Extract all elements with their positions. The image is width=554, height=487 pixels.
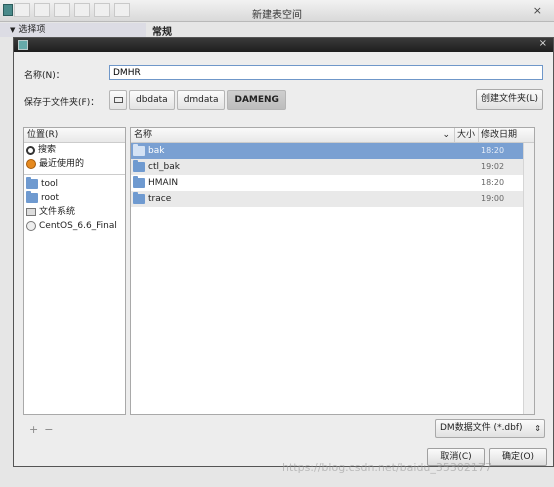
path-bar: dbdata dmdata DAMENG [109,90,286,110]
options-section-header[interactable]: ▼ 选择项 [0,23,146,37]
options-section-label: 选择项 [18,25,46,35]
keyboard-icon [114,97,123,103]
column-header-modified[interactable]: 修改日期 [479,128,534,142]
file-row[interactable]: bak 18:20 [131,143,534,159]
search-icon [26,145,35,155]
watermark-text: https://blog.csdn.net/baidu_35302177 [282,461,492,474]
place-label: 最近使用的 [39,159,85,169]
place-item-search[interactable]: 搜索 [24,143,125,157]
file-type-filter-select[interactable]: DM数据文件 (*.dbf) ⇕ [435,419,545,438]
file-size [455,143,479,159]
place-item-recent[interactable]: 最近使用的 [24,157,125,171]
folder-icon [133,144,145,156]
filesystem-icon [26,208,36,216]
dialog-titlebar: × [14,38,553,52]
column-header-name[interactable]: 名称 ⌄ [131,128,455,142]
disc-icon [26,221,36,231]
path-button-dmdata[interactable]: dmdata [176,90,226,110]
file-list: 名称 ⌄ 大小 修改日期 bak 18:20 ctl_bak 19:02 HMA… [130,127,535,415]
place-label: tool [41,179,59,189]
folder-icon [26,177,38,189]
file-name: bak [148,146,165,156]
column-name-label: 名称 [134,130,153,140]
file-chooser-dialog: × 名称(N)： 保存于文件夹(F)： dbdata dmdata DAMENG… [13,37,554,467]
place-item-centos[interactable]: CentOS_6.6_Final [24,219,125,233]
places-footer: + − [23,420,126,438]
file-list-scrollbar[interactable] [523,143,534,414]
path-button-dameng[interactable]: DAMENG [227,90,286,110]
close-icon[interactable]: × [533,4,542,17]
dialog-app-icon [18,40,28,50]
file-size [455,191,479,207]
file-size [455,159,479,175]
column-header-size[interactable]: 大小 [455,128,479,142]
place-label: 文件系统 [39,207,76,217]
add-place-icon[interactable]: + [29,423,38,436]
path-edit-toggle-button[interactable] [109,90,127,110]
background-titlebar: 新建表空间 × [0,0,554,22]
recent-icon [26,159,36,169]
path-button-dbdata[interactable]: dbdata [129,90,175,110]
place-item-tool[interactable]: tool [24,177,125,191]
dialog-close-icon[interactable]: × [539,38,547,49]
name-input[interactable] [109,65,543,80]
folder-icon [133,160,145,172]
select-arrows-icon: ⇕ [534,424,541,433]
file-name: HMAIN [148,178,179,188]
folder-icon [26,191,38,203]
place-label: CentOS_6.6_Final [39,221,117,231]
file-name: ctl_bak [148,162,180,172]
place-label: root [41,193,60,203]
places-separator [24,171,125,175]
file-list-header: 名称 ⌄ 大小 修改日期 [131,128,534,143]
file-row[interactable]: trace 19:00 [131,191,534,207]
file-row[interactable]: ctl_bak 19:02 [131,159,534,175]
expand-icon: ▼ [10,26,16,34]
ok-button[interactable]: 确定(O) [489,448,547,466]
file-size [455,175,479,191]
name-label: 名称(N)： [24,71,65,81]
background-window-title: 新建表空间 [252,10,302,21]
places-header[interactable]: 位置(R) [24,128,125,143]
file-row[interactable]: HMAIN 18:20 [131,175,534,191]
general-section-title: 常规 [152,27,172,38]
sort-chevron-icon: ⌄ [442,130,450,140]
folder-icon [133,192,145,204]
file-name: trace [148,194,172,204]
place-item-filesystem[interactable]: 文件系统 [24,205,125,219]
places-panel: 位置(R) 搜索 最近使用的 tool root 文件系统 CentOS_6.6… [23,127,126,415]
save-in-label: 保存于文件夹(F)： [24,98,100,108]
remove-place-icon[interactable]: − [44,423,53,436]
place-label: 搜索 [38,145,57,155]
folder-icon [133,176,145,188]
filter-value: DM数据文件 (*.dbf) [440,423,523,433]
create-folder-button[interactable]: 创建文件夹(L) [475,89,543,110]
place-item-root[interactable]: root [24,191,125,205]
